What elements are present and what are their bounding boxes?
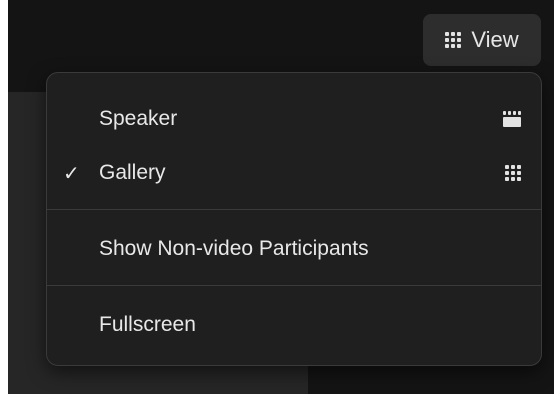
view-menu: Speaker ✓ Gallery Show Non-video Partici… xyxy=(46,72,542,366)
speaker-view-icon xyxy=(503,111,521,127)
menu-divider xyxy=(47,285,541,286)
menu-item-label: Fullscreen xyxy=(99,313,196,336)
view-button[interactable]: View xyxy=(423,14,541,66)
menu-item-label: Speaker xyxy=(99,107,178,130)
menu-item-show-non-video-participants[interactable]: Show Non-video Participants xyxy=(47,221,541,277)
menu-item-fullscreen[interactable]: Fullscreen xyxy=(47,297,541,353)
checkmark-icon: ✓ xyxy=(63,162,80,185)
menu-item-label: Gallery xyxy=(99,161,166,184)
grid-icon xyxy=(445,32,462,48)
view-button-label: View xyxy=(471,27,519,52)
menu-item-speaker[interactable]: Speaker xyxy=(47,91,541,147)
menu-divider xyxy=(47,209,541,210)
menu-item-label: Show Non-video Participants xyxy=(99,237,369,260)
menu-item-gallery[interactable]: ✓ Gallery xyxy=(47,145,541,201)
gallery-grid-icon xyxy=(505,165,521,181)
